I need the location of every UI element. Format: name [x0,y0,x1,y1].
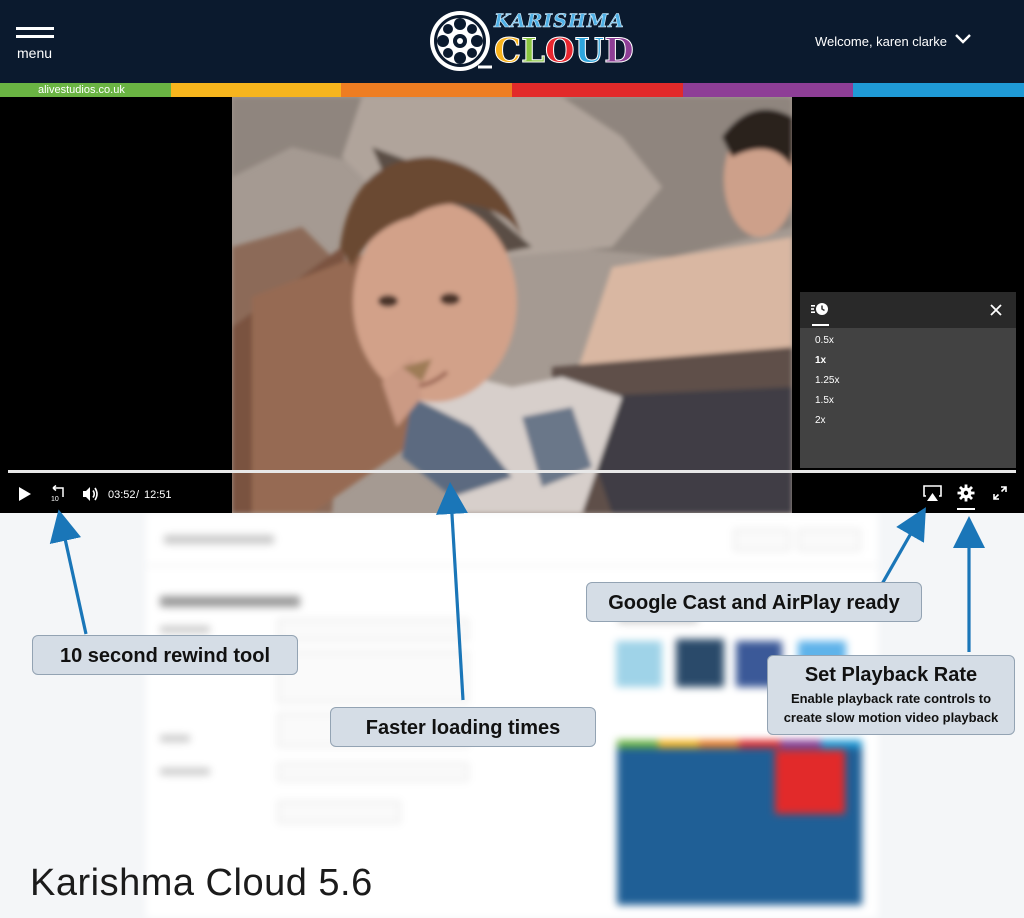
playback-rate-icon [811,303,828,315]
blurred-button [798,529,860,551]
callout-loading: Faster loading times [330,707,596,747]
menu-button[interactable]: menu [16,27,56,63]
callout-rate: Set Playback Rate Enable playback rate c… [767,655,1015,735]
strip-segment [170,83,342,97]
duration: 12:51 [144,489,172,501]
callout-rate-title: Set Playback Rate [804,664,978,686]
blurred-subscription-ad [617,740,862,905]
svg-text:10: 10 [51,496,59,503]
play-icon[interactable] [18,487,32,501]
ad-stripe-segment [657,740,699,748]
playback-rate-menu: 0.5x 1x 1.25x 1.5x 2x [800,292,1016,468]
welcome-user-text: Welcome, karen clarke [815,34,947,49]
ad-stripe-segment [739,740,781,748]
callout-rewind-text: 10 second rewind tool [59,645,271,667]
blurred-select [278,763,468,781]
color-strip [0,83,1024,97]
video-player[interactable]: 0.5x 1x 1.25x 1.5x 2x 10 03:52 / 12:51 [0,97,1024,513]
logo-letter: O [544,31,575,72]
karishma-cloud-logo[interactable]: KARISHMA CLOUD [428,6,634,76]
blurred-label [160,626,210,633]
version-caption: Karishma Cloud 5.6 [30,862,373,904]
settings-active-underline [957,508,975,510]
blurred-label [160,768,210,775]
ad-ribbon [775,750,845,814]
alivestudios-link[interactable]: alivestudios.co.uk [38,84,125,96]
logo-letter: D [604,31,635,72]
menu-label: menu [17,45,53,61]
seek-bar[interactable] [8,470,1016,473]
volume-icon[interactable] [82,486,99,502]
rewind-10-icon[interactable]: 10 [49,485,67,503]
hamburger-icon [16,27,54,30]
blurred-thumb [676,639,724,687]
top-header: menu KARISHMA CLOUD Welcome, karen clark… [0,0,1024,83]
blurred-button [734,529,790,551]
video-frame [232,97,792,513]
blurred-input [278,619,468,641]
callout-rate-desc-line2: create slow motion video playback [783,710,999,725]
playback-rate-menu-header [800,292,1016,328]
callout-loading-text: Faster loading times [365,717,561,739]
callout-rewind: 10 second rewind tool [32,635,298,675]
logo-letter: L [521,31,546,72]
rate-tab-underline [812,324,829,326]
blurred-text [164,535,274,544]
rate-option[interactable]: 2x [815,415,826,426]
rate-option-selected[interactable]: 1x [815,355,826,366]
rate-option[interactable]: 0.5x [815,335,834,346]
settings-gear-icon[interactable] [957,484,975,502]
blurred-button [278,801,400,823]
callout-cast-text: Google Cast and AirPlay ready [608,592,900,614]
strip-segment [512,83,683,97]
blurred-heading [160,596,300,607]
ad-stripe-segment [780,740,822,748]
ad-stripe-segment [617,740,658,748]
hamburger-icon-bar [16,35,54,38]
time-separator: / [136,489,140,501]
airplay-icon[interactable] [923,485,942,502]
blurred-label [160,735,190,742]
blurred-thumb [616,641,662,687]
logo-letter: C [493,31,522,72]
ad-stripe-segment [821,740,862,748]
logo-text-top: KARISHMA [494,10,625,33]
strip-segment [853,83,1024,97]
logo-letter: U [574,31,605,72]
current-time: 03:52 [108,489,136,501]
rate-option[interactable]: 1.25x [815,375,839,386]
blurred-textarea [278,651,468,703]
strip-segment [341,83,513,97]
logo-text-bottom: CLOUD [493,31,635,72]
ad-stripe-segment [698,740,740,748]
ad-stripe [617,740,862,748]
film-reel-icon [430,11,492,71]
callout-cast: Google Cast and AirPlay ready [586,582,922,622]
blurred-divider [146,565,878,566]
fullscreen-icon[interactable] [993,486,1007,500]
callout-rate-desc-line1: Enable playback rate controls to [790,691,992,706]
rate-option[interactable]: 1.5x [815,395,834,406]
strip-segment [682,83,854,97]
chevron-down-icon[interactable] [954,30,972,48]
player-controls: 10 03:52 / 12:51 [0,479,1024,513]
close-icon[interactable] [990,304,1002,316]
